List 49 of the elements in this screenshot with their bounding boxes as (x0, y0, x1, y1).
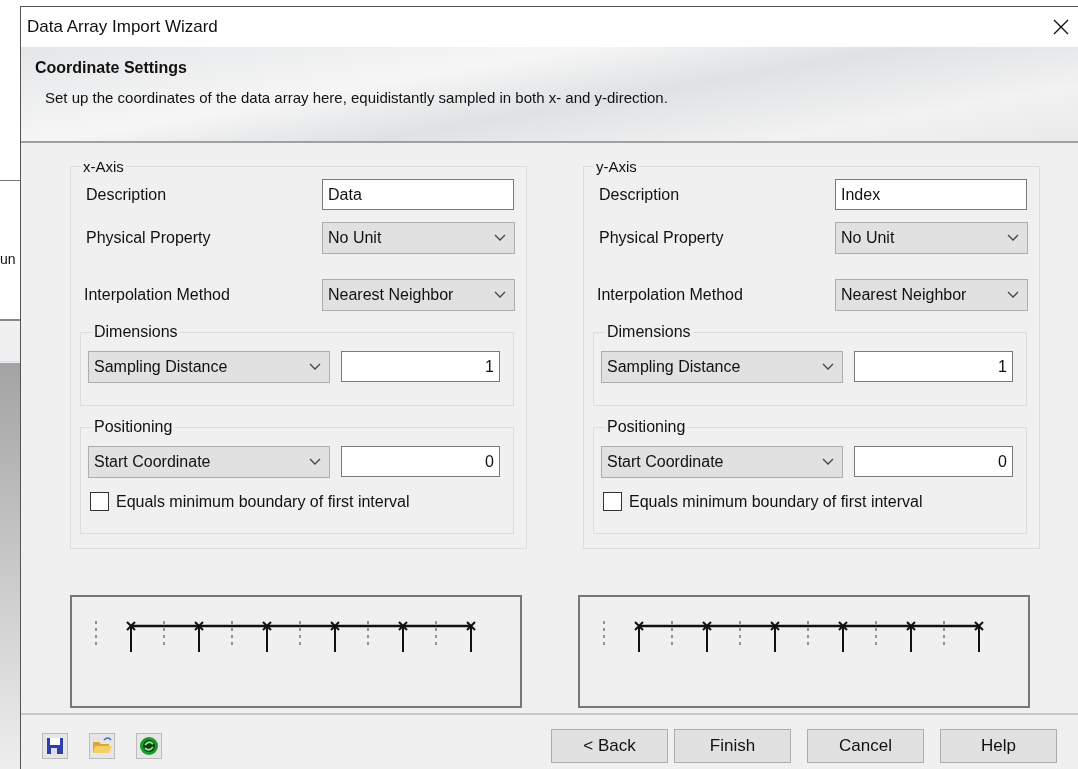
description-text: Set up the coordinates of the data array here, equidistantly sampled in both x- and y-direction. (45, 89, 669, 106)
window-text: un (0, 251, 16, 268)
input-field[interactable]: Index (835, 179, 1027, 210)
chevron-icon (309, 363, 321, 371)
dropdown[interactable]: Start Coordinate (88, 446, 330, 478)
field-label: Description (86, 185, 168, 204)
save-icon[interactable] (42, 733, 68, 759)
page-heading: Coordinate Settings (35, 59, 188, 77)
input-field[interactable]: 1 (341, 351, 500, 382)
field-label: Physical Property (86, 229, 212, 247)
chevron-icon (1007, 234, 1019, 242)
close-icon[interactable] (1053, 19, 1069, 35)
checkbox-label: Equals minimum boundary of first interval (629, 492, 923, 511)
input-field[interactable]: 0 (341, 446, 500, 477)
wizard-button[interactable]: < Back (551, 729, 668, 763)
group-title: Dimensions (93, 323, 179, 341)
checkbox-label: Equals minimum boundary of first interval (116, 492, 410, 511)
field-label: Interpolation Method (84, 286, 231, 304)
dropdown[interactable]: No Unit (835, 222, 1028, 254)
chevron-icon (822, 363, 834, 371)
dropdown[interactable]: Sampling Distance (88, 351, 330, 383)
window-title: Data Array Import Wizard (27, 17, 218, 37)
field-label: Interpolation Method (597, 286, 744, 304)
wizard-button[interactable]: Help (940, 729, 1057, 763)
field-label: Description (599, 185, 681, 204)
checkbox[interactable] (90, 492, 109, 511)
group-title: Positioning (606, 418, 687, 436)
input-field[interactable]: Data (322, 179, 514, 210)
group-title: x-Axis (82, 158, 125, 175)
chevron-icon (822, 458, 834, 466)
dropdown[interactable]: Sampling Distance (601, 351, 843, 383)
dropdown[interactable]: Nearest Neighbor (322, 279, 515, 311)
dropdown[interactable]: No Unit (322, 222, 515, 254)
group-title: y-Axis (595, 158, 638, 175)
chevron-icon (1007, 291, 1019, 299)
dropdown[interactable]: Nearest Neighbor (835, 279, 1028, 311)
field-label: Physical Property (599, 229, 725, 247)
input-field[interactable]: 0 (854, 446, 1013, 477)
chevron-icon (494, 234, 506, 242)
checkbox[interactable] (603, 492, 622, 511)
input-field[interactable]: 1 (854, 351, 1013, 382)
dropdown[interactable]: Start Coordinate (601, 446, 843, 478)
wizard-button[interactable]: Cancel (807, 729, 924, 763)
wizard-button[interactable]: Finish (674, 729, 791, 763)
chevron-icon (494, 291, 506, 299)
refresh-icon[interactable] (136, 733, 162, 759)
group-title: Dimensions (606, 323, 692, 341)
group-title: Positioning (93, 418, 174, 436)
chevron-icon (309, 458, 321, 466)
